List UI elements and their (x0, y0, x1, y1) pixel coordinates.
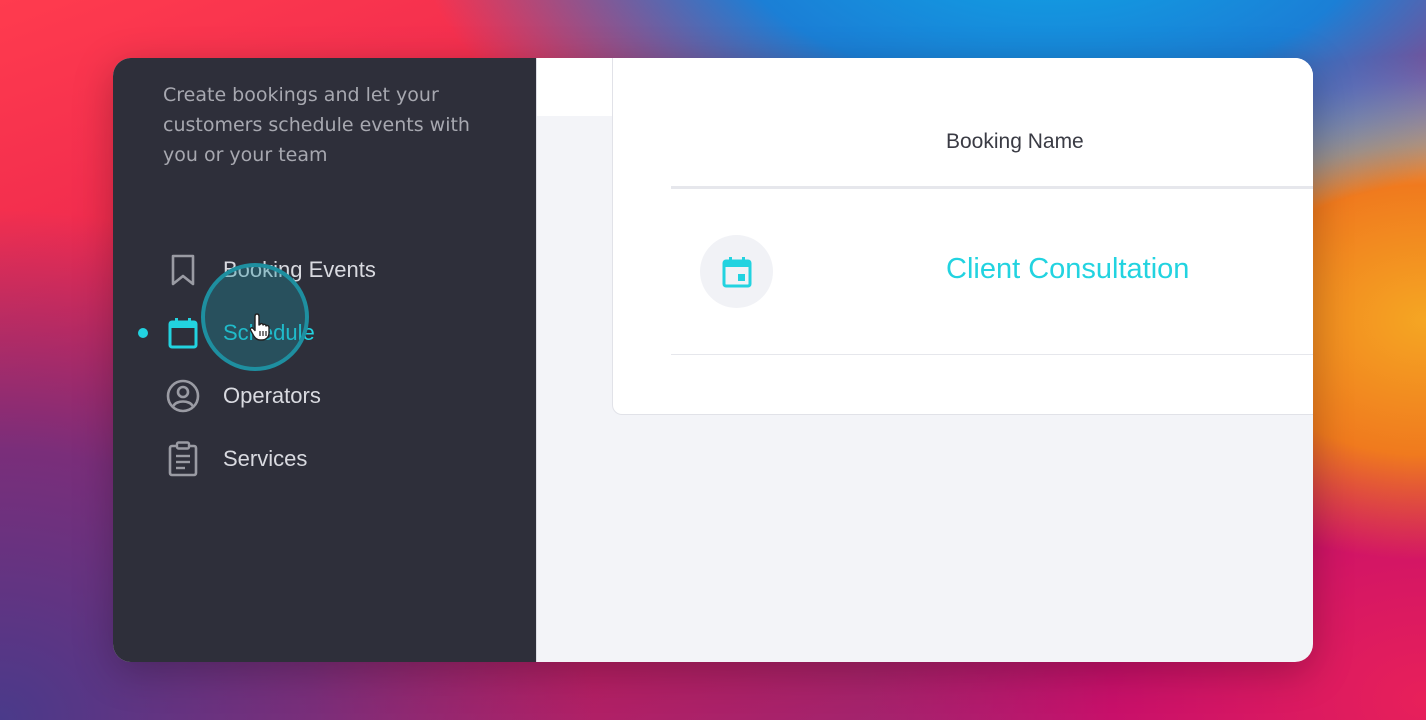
sidebar-item-booking-events[interactable]: Booking Events (113, 238, 536, 301)
calendar-icon[interactable] (700, 235, 773, 308)
sidebar: Create bookings and let your customers s… (113, 58, 537, 662)
sidebar-item-label: Schedule (223, 319, 315, 345)
table-row[interactable]: Client Consultation (671, 189, 1313, 355)
user-circle-icon (163, 376, 203, 416)
sidebar-item-services[interactable]: Services (113, 427, 536, 490)
sidebar-item-operators[interactable]: Operators (113, 364, 536, 427)
sidebar-item-label: Operators (223, 382, 321, 408)
active-indicator (138, 327, 148, 338)
column-header-booking-name: Booking Name (946, 130, 1084, 153)
clipboard-icon (163, 439, 203, 479)
main-content: Booking Name Client Consultation (537, 58, 1313, 662)
bookmark-icon (163, 250, 203, 290)
bookings-table: Booking Name Client Consultation (612, 58, 1313, 415)
sidebar-description: Create bookings and let your customers s… (163, 84, 470, 166)
sidebar-item-label: Services (223, 445, 308, 471)
calendar-icon (163, 313, 203, 353)
sidebar-item-label: Booking Events (223, 256, 376, 282)
sidebar-item-schedule[interactable]: Schedule (113, 301, 536, 364)
sidebar-nav: Booking Events Schedule Operators Servic… (113, 238, 536, 490)
app-window: Create bookings and let your customers s… (113, 58, 1313, 662)
booking-name-link[interactable]: Client Consultation (946, 253, 1189, 286)
